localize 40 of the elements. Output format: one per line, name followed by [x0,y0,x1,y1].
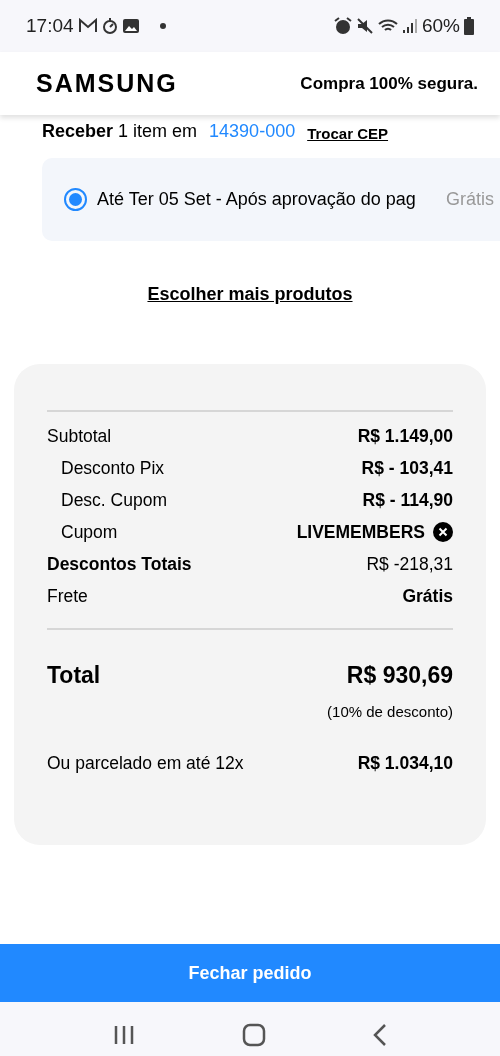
home-icon[interactable] [242,1023,266,1047]
installment-label: Ou parcelado em até 12x [47,751,244,775]
shipping-price: Grátis [446,188,495,211]
brand-logo[interactable]: SAMSUNG [36,64,178,103]
timer-icon [101,17,118,35]
change-zip-link[interactable]: Trocar CEP [307,122,389,145]
dot-icon [159,23,166,29]
more-products-link[interactable]: Escolher mais produtos [147,284,353,304]
clock-time: 17:04 [26,13,74,38]
zip-code: 14390-000 [209,120,296,143]
summary-label: Subtotal [47,424,112,448]
summary-value: Grátis [402,584,453,608]
discount-note: (10% de desconto) [327,701,453,722]
battery-icon [464,17,474,35]
summary-label: Frete [47,584,88,608]
back-icon[interactable] [372,1023,387,1047]
delivery-text: Receber 1 item em [42,120,198,143]
summary-label: Desc. Cupom [60,488,167,512]
shipping-option-label: Até Ter 05 Set - Após aprovação do pag [97,188,416,211]
alarm-icon [333,17,352,35]
total-value: R$ 930,69 [346,661,453,690]
mute-icon [355,17,374,35]
recent-apps-icon[interactable] [113,1025,136,1045]
signal-icon [401,18,418,34]
coupon-code: LIVEMEMBERS [296,520,425,544]
security-tagline: Compra 100% segura. [300,72,478,95]
total-label: Total [47,661,101,690]
summary-value: R$ - 103,41 [361,456,453,480]
summary-label: Desconto Pix [60,456,165,480]
summary-value: R$ - 114,90 [362,488,453,512]
image-icon [121,18,140,34]
remove-coupon-icon[interactable] [433,522,453,542]
summary-label: Cupom [60,520,118,544]
summary-label: Descontos Totais [47,552,192,576]
mail-icon [77,18,98,34]
radio-button[interactable] [64,188,87,211]
installment-value: R$ 1.034,10 [357,751,453,775]
battery-percentage: 60% [421,13,460,38]
summary-value: R$ 1.149,00 [357,424,453,448]
summary-value: R$ -218,31 [366,552,453,576]
